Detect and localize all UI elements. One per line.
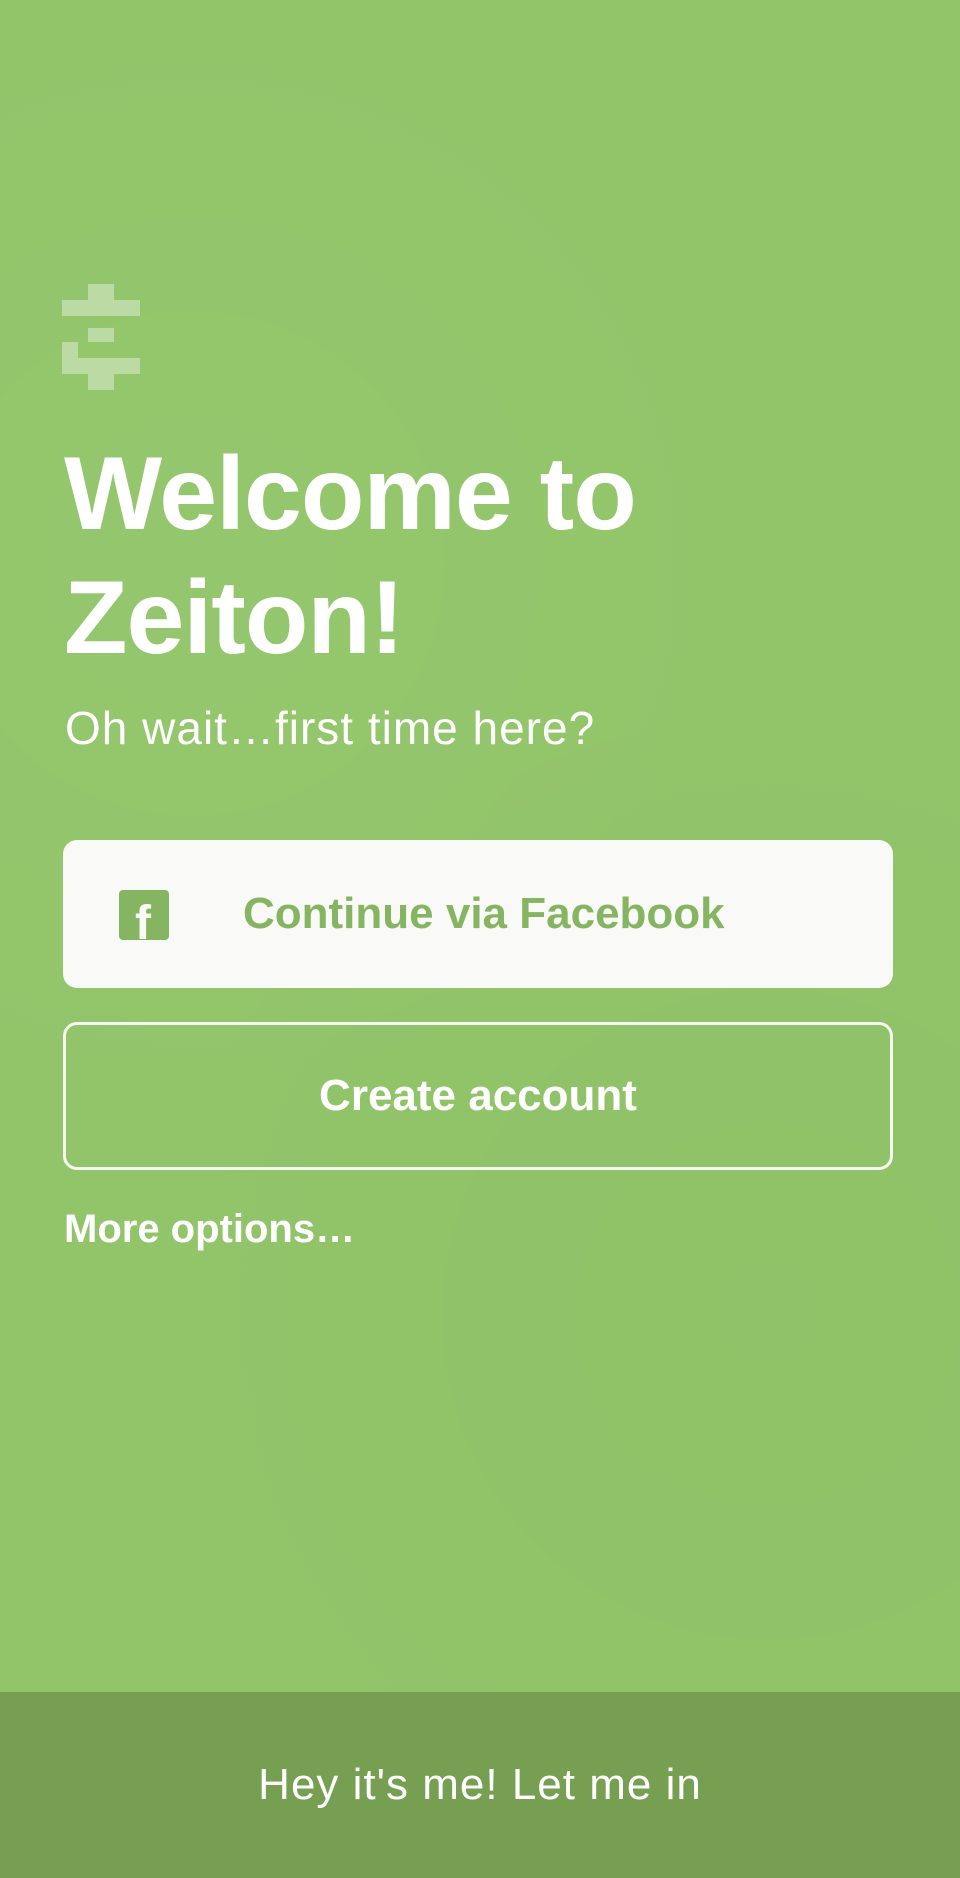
continue-facebook-label: Continue via Facebook <box>243 889 725 938</box>
page-title: Welcome to Zeiton! <box>64 432 884 680</box>
facebook-icon: f <box>119 890 169 940</box>
welcome-screen: Welcome to Zeiton! Oh wait…first time he… <box>0 0 960 1878</box>
page-subtitle: Oh wait…first time here? <box>65 702 596 754</box>
login-footer-label: Hey it's me! Let me in <box>258 1760 702 1809</box>
continue-facebook-button[interactable]: f Continue via Facebook <box>63 840 893 988</box>
create-account-button[interactable]: Create account <box>63 1022 893 1170</box>
title-line-2: Zeiton! <box>64 560 405 676</box>
more-options-link[interactable]: More options… <box>64 1204 355 1254</box>
create-account-label: Create account <box>319 1071 637 1120</box>
login-footer-button[interactable]: Hey it's me! Let me in <box>0 1692 960 1878</box>
title-line-1: Welcome to <box>64 436 637 552</box>
zeiton-logo-icon <box>62 284 140 390</box>
